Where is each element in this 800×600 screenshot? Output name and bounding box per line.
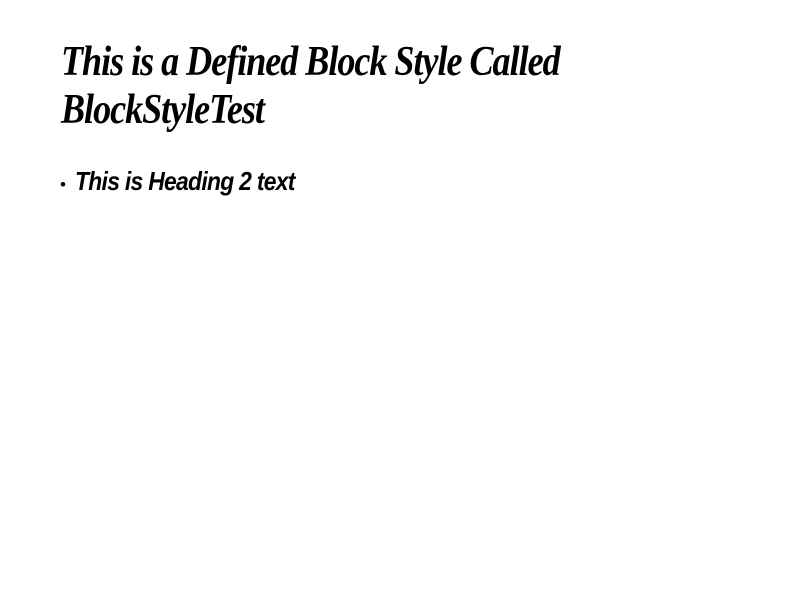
block-style-heading: This is a Defined Block Style Called Blo… [61,39,561,133]
heading-2-text: This is Heading 2 text [74,166,295,196]
document-page: This is a Defined Block Style Called Blo… [0,0,800,600]
bullet-list-item: • This is Heading 2 text [60,165,325,197]
bullet-icon: • [60,175,66,194]
